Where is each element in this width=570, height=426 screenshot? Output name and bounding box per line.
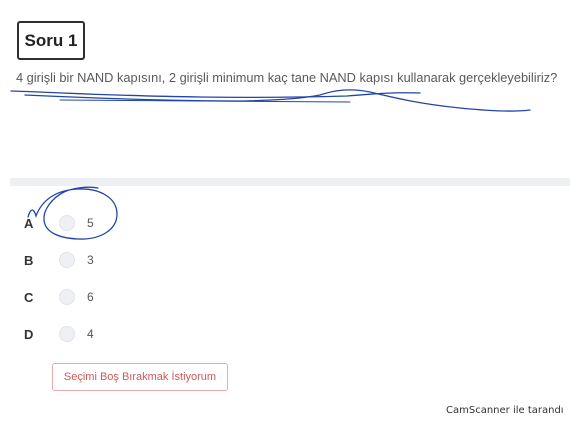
underline-stroke-3 [59,99,351,103]
option-c[interactable]: C 6 [24,285,244,309]
clear-selection-button[interactable]: Seçimi Boş Bırakmak İstiyorum [52,363,228,391]
option-a[interactable]: A 5 [24,211,244,235]
question-title: Soru 1 [24,30,78,50]
option-letter: C [24,289,34,305]
option-value: 5 [87,216,94,230]
option-radio-button[interactable] [59,289,75,305]
scanner-footer-text: CamScanner ile tarandı [446,405,564,416]
option-letter: B [24,252,34,268]
option-d[interactable]: D 4 [24,322,244,346]
underline-stroke-1 [10,90,421,99]
option-letter: D [24,326,34,342]
option-b[interactable]: B 3 [24,248,244,272]
underline-stroke-2 [24,89,531,112]
option-radio-button[interactable] [59,326,75,342]
question-text: 4 girişli bir NAND kapısını, 2 girişli m… [16,70,558,85]
option-letter: A [24,215,34,231]
question-number-badge: Soru 1 [17,21,85,60]
option-value: 4 [87,327,94,341]
option-radio-button[interactable] [59,215,75,231]
option-radio-button[interactable] [59,252,75,268]
option-value: 3 [87,253,94,267]
option-value: 6 [87,290,94,304]
section-divider [10,178,570,186]
